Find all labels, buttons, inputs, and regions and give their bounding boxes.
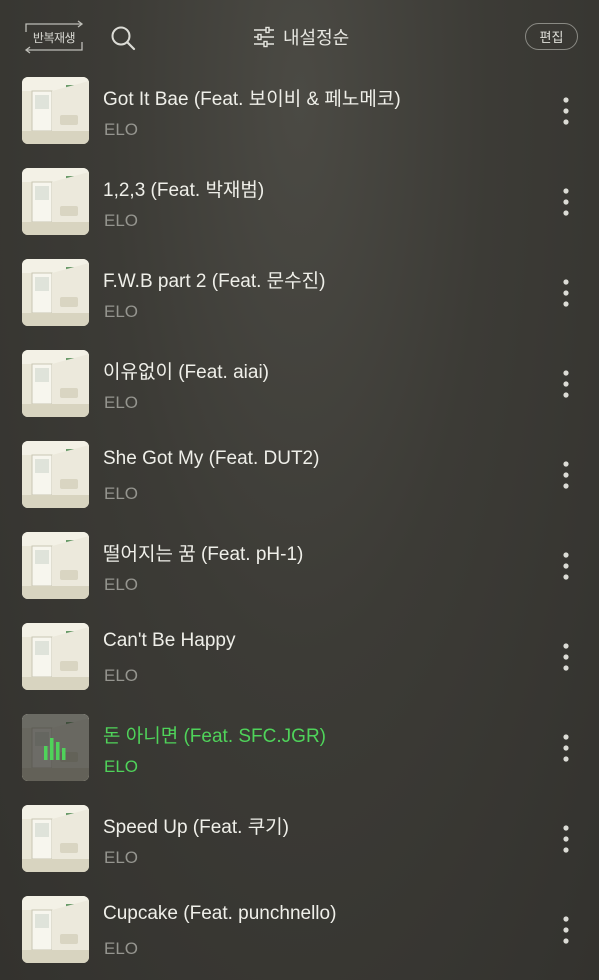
song-artist: ELO (104, 302, 139, 321)
album-art-image (22, 623, 89, 690)
song-row[interactable]: 떨어지는 꿈 (Feat. pH-1) ELO (0, 529, 599, 620)
album-art-image (22, 77, 89, 144)
song-row[interactable]: Speed Up (Feat. 쿠기) ELO (0, 802, 599, 893)
song-title: 돈 아니면 (Feat. SFC.JGR) (103, 726, 326, 747)
song-row[interactable]: Got It Bae (Feat. 보이비 & 페노메코) ELO (0, 74, 599, 165)
more-options-button[interactable] (556, 551, 576, 581)
more-options-button[interactable] (556, 96, 576, 126)
repeat-label: 반복재생 (32, 30, 76, 45)
equalizer-icon (44, 738, 66, 760)
song-title: Cupcake (Feat. punchnello) (103, 903, 337, 924)
song-artist: ELO (104, 848, 139, 867)
more-vertical-icon (563, 643, 569, 671)
search-icon (111, 26, 136, 51)
sort-button[interactable]: 내설정순 (253, 22, 349, 52)
more-vertical-icon (563, 279, 569, 307)
album-art (22, 623, 89, 690)
song-title: Got It Bae (Feat. 보이비 & 페노메코) (103, 89, 401, 110)
more-vertical-icon (563, 734, 569, 762)
song-artist: ELO (104, 484, 139, 503)
edit-button[interactable]: 편집 (525, 23, 578, 50)
song-title: Can't Be Happy (103, 630, 236, 651)
more-vertical-icon (563, 188, 569, 216)
album-art (22, 805, 89, 872)
album-art-image (22, 259, 89, 326)
song-artist: ELO (104, 120, 139, 139)
song-artist: ELO (104, 575, 139, 594)
song-artist: ELO (104, 393, 139, 412)
more-options-button[interactable] (556, 733, 576, 763)
song-title: F.W.B part 2 (Feat. 문수진) (103, 271, 326, 292)
song-row[interactable]: 돈 아니면 (Feat. SFC.JGR) ELO (0, 711, 599, 802)
more-options-button[interactable] (556, 824, 576, 854)
song-artist: ELO (104, 757, 139, 776)
album-art-image (22, 168, 89, 235)
album-art-image (22, 896, 89, 963)
top-toolbar: 반복재생 내설정순 편집 (0, 0, 599, 74)
song-artist: ELO (104, 211, 139, 230)
more-options-button[interactable] (556, 187, 576, 217)
song-row[interactable]: 이유없이 (Feat. aiai) ELO (0, 347, 599, 438)
more-vertical-icon (563, 461, 569, 489)
repeat-play-button[interactable]: 반복재생 (22, 20, 86, 54)
album-art (22, 896, 89, 963)
more-vertical-icon (563, 825, 569, 853)
album-art (22, 77, 89, 144)
song-title: 떨어지는 꿈 (Feat. pH-1) (103, 544, 304, 565)
more-vertical-icon (563, 552, 569, 580)
album-art-image (22, 441, 89, 508)
song-row[interactable]: 1,2,3 (Feat. 박재범) ELO (0, 165, 599, 256)
album-art (22, 350, 89, 417)
album-art-image (22, 350, 89, 417)
album-art-image (22, 805, 89, 872)
more-vertical-icon (563, 97, 569, 125)
song-list: Got It Bae (Feat. 보이비 & 페노메코) ELO 1,2,3 … (0, 74, 599, 980)
search-button[interactable] (109, 24, 137, 52)
album-art (22, 714, 89, 781)
more-options-button[interactable] (556, 278, 576, 308)
song-title: Speed Up (Feat. 쿠기) (103, 817, 289, 838)
album-art (22, 441, 89, 508)
song-row[interactable]: Can't Be Happy ELO (0, 620, 599, 711)
song-artist: ELO (104, 939, 139, 958)
song-artist: ELO (104, 666, 139, 685)
album-art (22, 259, 89, 326)
song-row[interactable]: She Got My (Feat. DUT2) ELO (0, 438, 599, 529)
song-row[interactable]: F.W.B part 2 (Feat. 문수진) ELO (0, 256, 599, 347)
sort-label: 내설정순 (283, 28, 350, 48)
sliders-icon (254, 26, 274, 48)
song-title: 이유없이 (Feat. aiai) (103, 362, 270, 383)
song-title: 1,2,3 (Feat. 박재범) (103, 180, 265, 201)
more-options-button[interactable] (556, 369, 576, 399)
more-vertical-icon (563, 370, 569, 398)
more-options-button[interactable] (556, 915, 576, 945)
more-options-button[interactable] (556, 460, 576, 490)
album-art (22, 168, 89, 235)
song-title: She Got My (Feat. DUT2) (103, 448, 320, 469)
more-vertical-icon (563, 916, 569, 944)
album-art-image (22, 532, 89, 599)
song-row[interactable]: Cupcake (Feat. punchnello) ELO (0, 893, 599, 980)
more-options-button[interactable] (556, 642, 576, 672)
album-art (22, 532, 89, 599)
